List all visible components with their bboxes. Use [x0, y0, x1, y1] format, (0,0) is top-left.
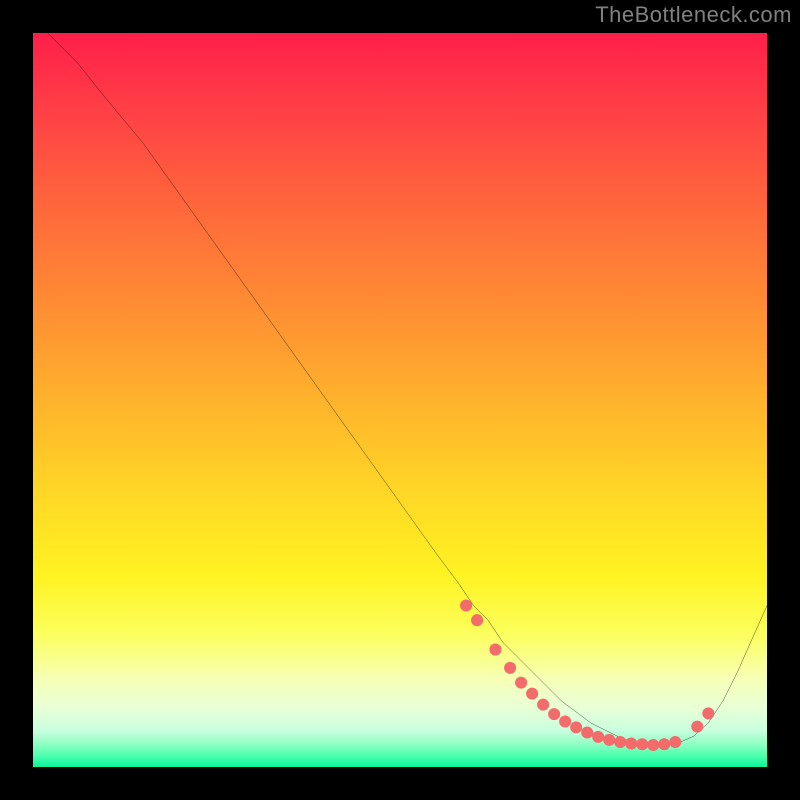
marker-dot [526, 688, 538, 700]
marker-dot [603, 734, 615, 746]
marker-dot [515, 677, 527, 689]
marker-dot [548, 708, 560, 720]
bottleneck-curve [48, 33, 767, 745]
curve-svg [33, 33, 767, 767]
marker-dot [570, 721, 582, 733]
marker-dot [559, 715, 571, 727]
marker-dot [592, 731, 604, 743]
marker-dot [625, 737, 637, 749]
marker-dot [647, 739, 659, 751]
marker-group [460, 600, 714, 751]
marker-dot [669, 736, 681, 748]
marker-dot [702, 707, 714, 719]
marker-dot [504, 662, 516, 674]
chart-stage: TheBottleneck.com [0, 0, 800, 800]
marker-dot [537, 699, 549, 711]
attribution-label: TheBottleneck.com [595, 2, 792, 28]
marker-dot [614, 736, 626, 748]
marker-dot [691, 721, 703, 733]
marker-dot [489, 644, 501, 656]
marker-dot [581, 726, 593, 738]
marker-dot [460, 600, 472, 612]
marker-dot [658, 738, 670, 750]
marker-dot [471, 614, 483, 626]
plot-area [33, 33, 767, 767]
marker-dot [636, 738, 648, 750]
